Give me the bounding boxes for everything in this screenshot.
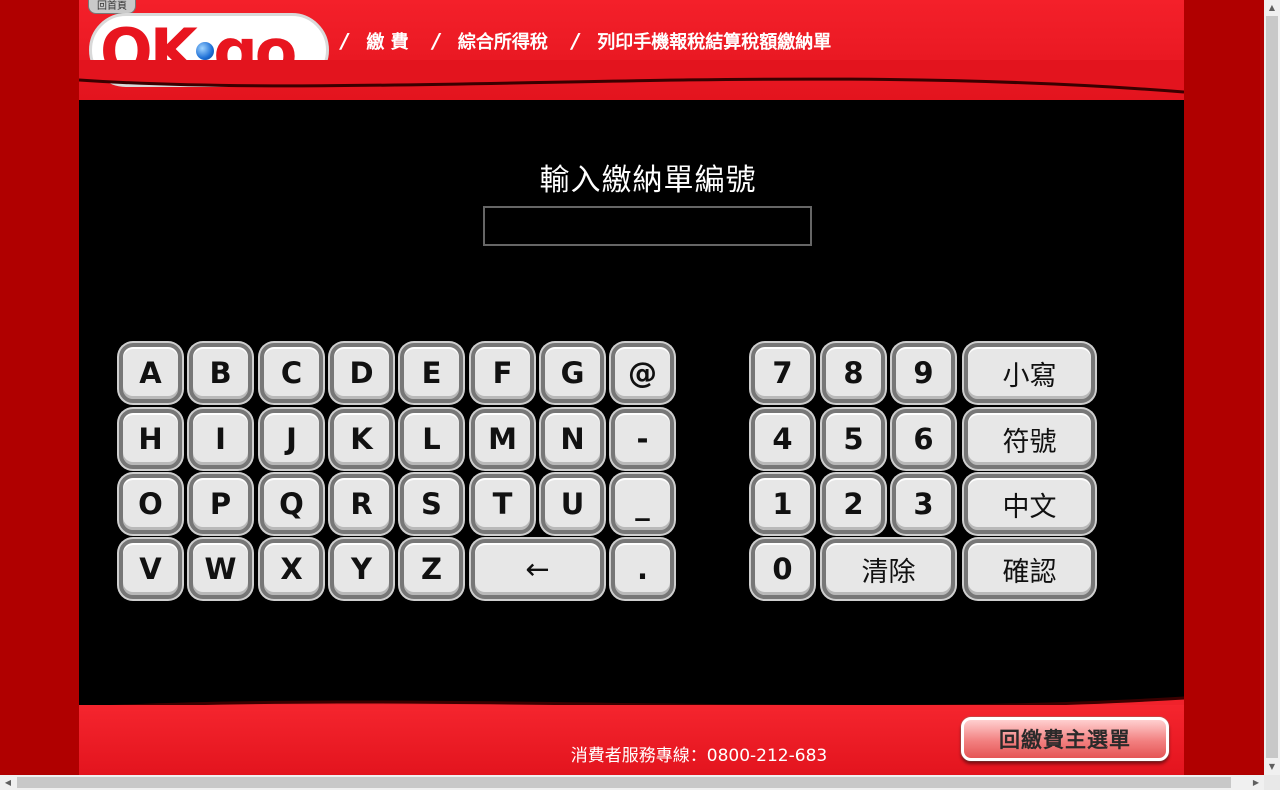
key-j[interactable]: J [260, 409, 323, 469]
key-3[interactable]: 3 [892, 474, 955, 534]
key-c[interactable]: C [260, 343, 323, 403]
key-f[interactable]: F [471, 343, 534, 403]
vertical-scrollbar[interactable]: ▲ ▼ [1264, 0, 1280, 775]
key-h[interactable]: H [119, 409, 182, 469]
back-to-payment-menu-button[interactable]: 回繳費主選單 [961, 717, 1169, 761]
key-e[interactable]: E [400, 343, 463, 403]
key-d[interactable]: D [330, 343, 393, 403]
logo-dot-icon [196, 42, 214, 60]
key-r[interactable]: R [330, 474, 393, 534]
key-g[interactable]: G [541, 343, 604, 403]
key-at[interactable]: @ [611, 343, 674, 403]
key-7[interactable]: 7 [751, 343, 814, 403]
lowercase-button[interactable]: 小寫 [964, 343, 1095, 403]
key-dot[interactable]: . [611, 539, 674, 599]
key-5[interactable]: 5 [822, 409, 885, 469]
key-1[interactable]: 1 [751, 474, 814, 534]
symbols-button[interactable]: 符號 [964, 409, 1095, 469]
clear-button[interactable]: 清除 [822, 539, 955, 599]
key-z[interactable]: Z [400, 539, 463, 599]
key-a[interactable]: A [119, 343, 182, 403]
kiosk-screen: 回首頁 OK go / 繳 費 / 綜合所得稅 / 列印手機報稅結算稅額繳納單 … [79, 0, 1184, 775]
key-6[interactable]: 6 [892, 409, 955, 469]
confirm-button[interactable]: 確認 [964, 539, 1095, 599]
vertical-scroll-thumb[interactable] [1266, 16, 1278, 758]
key-x[interactable]: X [260, 539, 323, 599]
scroll-down-icon[interactable]: ▼ [1264, 759, 1280, 775]
key-p[interactable]: P [189, 474, 252, 534]
key-l[interactable]: L [400, 409, 463, 469]
breadcrumb-item-print-slip: 列印手機報稅結算稅額繳納單 [597, 32, 832, 53]
key-underscore[interactable]: _ [611, 474, 674, 534]
key-m[interactable]: M [471, 409, 534, 469]
key-hyphen[interactable]: - [611, 409, 674, 469]
key-2[interactable]: 2 [822, 474, 885, 534]
backspace-key[interactable]: ← [471, 539, 604, 599]
key-y[interactable]: Y [330, 539, 393, 599]
key-i[interactable]: I [189, 409, 252, 469]
scroll-up-icon[interactable]: ▲ [1264, 0, 1280, 16]
key-w[interactable]: W [189, 539, 252, 599]
key-u[interactable]: U [541, 474, 604, 534]
page-title: 輸入繳納單編號 [539, 163, 757, 198]
key-n[interactable]: N [541, 409, 604, 469]
key-q[interactable]: Q [260, 474, 323, 534]
key-o[interactable]: O [119, 474, 182, 534]
scrollbar-corner [1264, 775, 1280, 790]
key-b[interactable]: B [189, 343, 252, 403]
breadcrumb-separator: / [341, 29, 349, 53]
scroll-left-icon[interactable]: ◀ [0, 775, 16, 790]
key-t[interactable]: T [471, 474, 534, 534]
breadcrumb-separator: / [432, 29, 440, 53]
key-0[interactable]: 0 [751, 539, 814, 599]
breadcrumb-separator: / [571, 29, 580, 53]
key-4[interactable]: 4 [751, 409, 814, 469]
horizontal-scroll-thumb[interactable] [17, 777, 1231, 788]
breadcrumb-item-payment[interactable]: 繳 費 [366, 28, 408, 54]
breadcrumb: / 繳 費 / 綜合所得稅 / 列印手機報稅結算稅額繳納單 [335, 26, 849, 56]
home-link[interactable]: 回首頁 [88, 0, 136, 14]
horizontal-scrollbar[interactable]: ◀ ▶ [0, 775, 1264, 790]
breadcrumb-item-income-tax[interactable]: 綜合所得稅 [458, 28, 548, 54]
key-s[interactable]: S [400, 474, 463, 534]
header-wave [79, 60, 1184, 94]
key-9[interactable]: 9 [892, 343, 955, 403]
chinese-button[interactable]: 中文 [964, 474, 1095, 534]
key-v[interactable]: V [119, 539, 182, 599]
scroll-right-icon[interactable]: ▶ [1248, 775, 1264, 790]
slip-number-input[interactable] [483, 206, 812, 246]
key-8[interactable]: 8 [822, 343, 885, 403]
key-k[interactable]: K [330, 409, 393, 469]
